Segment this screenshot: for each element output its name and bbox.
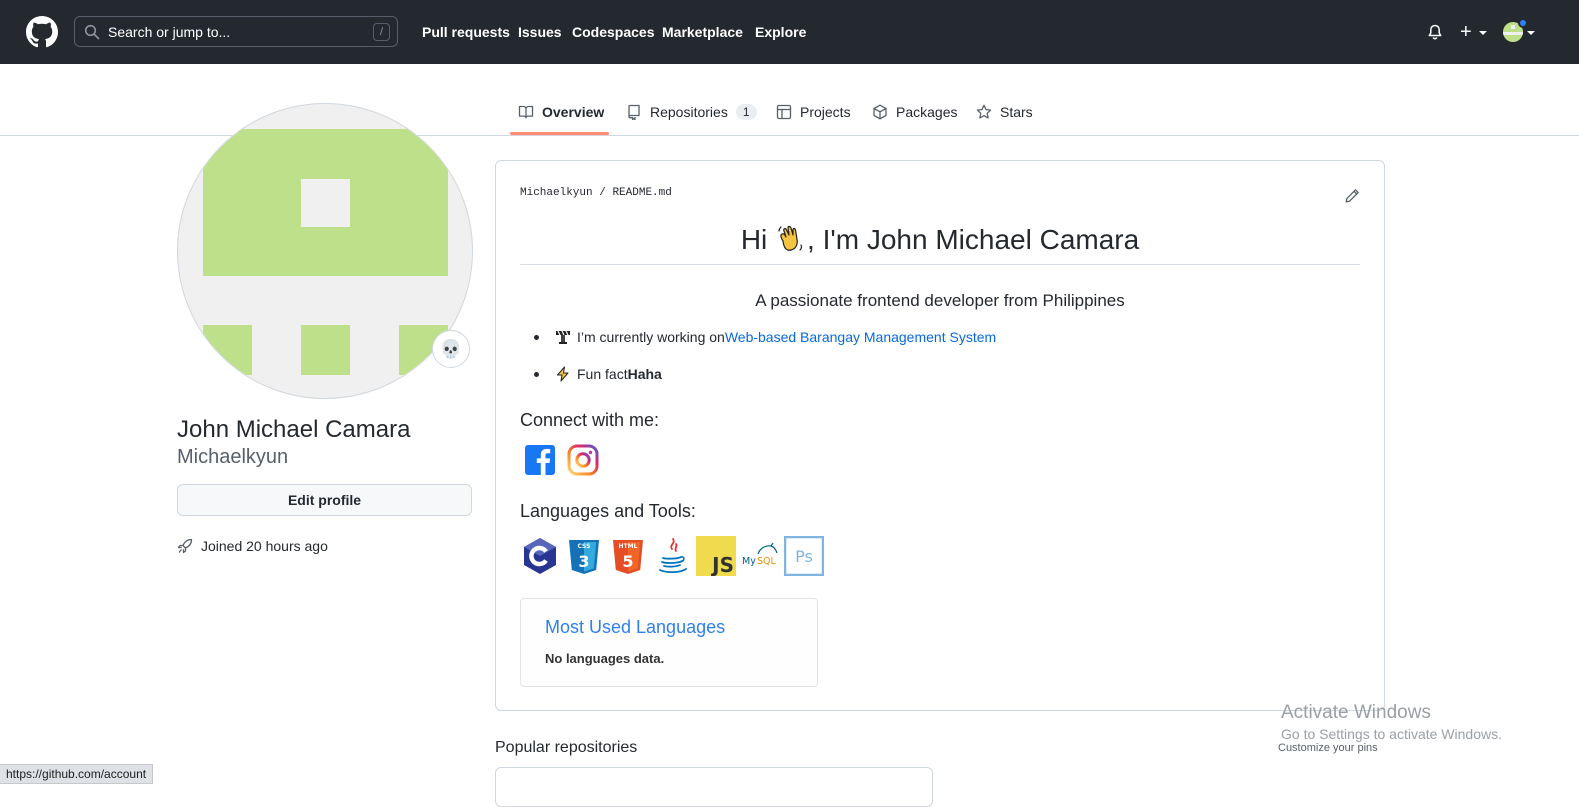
edit-profile-button[interactable]: Edit profile bbox=[177, 484, 472, 516]
readme-subtitle: A passionate frontend developer from Phi… bbox=[755, 291, 1125, 310]
search-input[interactable]: Search or jump to... / bbox=[74, 16, 398, 47]
star-icon bbox=[976, 104, 992, 119]
browser-status-url: https://github.com/account bbox=[0, 764, 154, 784]
waving-hand-icon bbox=[778, 225, 803, 251]
profile-readme-card: Michaelkyun / README.md Hi , I'm John Mi… bbox=[495, 160, 1385, 711]
readme-path: Michaelkyun / README.md bbox=[520, 187, 672, 199]
readme-title: Hi , I'm John Michael Camara bbox=[740, 224, 1140, 255]
create-new-plus-icon[interactable]: + bbox=[1460, 22, 1472, 42]
repositories-count-badge: 1 bbox=[735, 104, 757, 120]
book-icon bbox=[518, 105, 534, 119]
construction-sign-icon bbox=[556, 330, 570, 344]
css3-icon[interactable]: CSS 3 bbox=[564, 536, 604, 576]
tab-projects[interactable]: Projects bbox=[776, 100, 851, 124]
search-icon bbox=[84, 24, 100, 40]
status-emoji-button[interactable]: 💀 bbox=[432, 330, 470, 368]
profile-username: Michaelkyun bbox=[177, 446, 289, 468]
skull-icon: 💀 bbox=[439, 339, 463, 359]
notification-dot bbox=[1518, 18, 1528, 28]
tab-packages-label: Packages bbox=[896, 104, 958, 120]
customize-pins-text: Customize your pins bbox=[1278, 742, 1378, 754]
most-used-languages-title: Most Used Languages bbox=[545, 617, 726, 637]
package-icon bbox=[873, 104, 887, 120]
create-new-caret-icon[interactable] bbox=[1479, 31, 1487, 35]
mysql-icon[interactable]: My SQL bbox=[740, 536, 780, 576]
svg-text:My: My bbox=[742, 556, 756, 567]
user-menu-caret-icon[interactable] bbox=[1527, 31, 1535, 35]
readme-path-file[interactable]: README.md bbox=[612, 187, 671, 199]
repo-icon bbox=[628, 104, 640, 120]
popular-repo-card[interactable] bbox=[495, 767, 933, 807]
tab-stars[interactable]: Stars bbox=[976, 100, 1033, 124]
tab-repositories[interactable]: Repositories 1 bbox=[626, 100, 757, 124]
joined-info: Joined 20 hours ago bbox=[177, 538, 328, 554]
readme-title-rule bbox=[520, 264, 1360, 265]
no-languages-text: No languages data. bbox=[545, 651, 665, 666]
javascript-icon[interactable]: JS bbox=[696, 536, 736, 576]
rocket-icon bbox=[177, 538, 193, 554]
c-language-icon[interactable] bbox=[520, 536, 560, 576]
list-item: Fun fact Haha bbox=[534, 366, 662, 382]
tab-packages[interactable]: Packages bbox=[872, 100, 957, 124]
edit-readme-pencil-icon[interactable] bbox=[1344, 188, 1360, 204]
svg-text:3: 3 bbox=[578, 552, 589, 571]
joined-text: Joined 20 hours ago bbox=[201, 538, 328, 554]
svg-text:5: 5 bbox=[622, 552, 633, 571]
svg-text:SQL: SQL bbox=[757, 556, 777, 567]
svg-text:HTML: HTML bbox=[619, 543, 638, 550]
tab-overview[interactable]: Overview bbox=[518, 100, 604, 124]
instagram-icon[interactable] bbox=[567, 444, 599, 476]
tab-overview-label: Overview bbox=[542, 104, 605, 120]
facebook-icon[interactable] bbox=[524, 444, 556, 476]
languages-heading: Languages and Tools: bbox=[520, 501, 696, 521]
tab-projects-label: Projects bbox=[800, 104, 851, 120]
profile-full-name: John Michael Camara bbox=[177, 416, 411, 443]
project-table-icon bbox=[776, 104, 792, 120]
tab-repositories-label: Repositories bbox=[650, 104, 728, 120]
nav-marketplace[interactable]: Marketplace bbox=[662, 24, 743, 40]
java-icon[interactable] bbox=[652, 536, 692, 576]
lightning-icon bbox=[557, 366, 569, 382]
most-used-languages-card: Most Used Languages No languages data. bbox=[520, 598, 818, 687]
photoshop-icon[interactable]: Ps bbox=[784, 536, 824, 576]
tab-stars-label: Stars bbox=[1000, 104, 1033, 120]
profile-avatar[interactable] bbox=[177, 103, 473, 399]
readme-path-user[interactable]: Michaelkyun bbox=[520, 187, 593, 199]
barangay-project-link[interactable]: Web-based Barangay Management System bbox=[725, 329, 996, 345]
nav-explore[interactable]: Explore bbox=[755, 24, 806, 40]
notifications-bell-icon[interactable] bbox=[1427, 24, 1443, 41]
html5-icon[interactable]: HTML 5 bbox=[608, 536, 648, 576]
popular-repositories-heading: Popular repositories bbox=[495, 739, 638, 756]
search-placeholder: Search or jump to... bbox=[108, 24, 231, 40]
connect-heading: Connect with me: bbox=[520, 410, 660, 430]
activate-windows-title: Activate Windows bbox=[1281, 702, 1431, 723]
svg-text:Ps: Ps bbox=[795, 547, 813, 566]
github-logo-icon[interactable] bbox=[26, 16, 58, 48]
nav-issues[interactable]: Issues bbox=[518, 24, 562, 40]
svg-text:CSS: CSS bbox=[578, 543, 591, 550]
search-shortcut-key: / bbox=[373, 23, 390, 41]
nav-pull-requests[interactable]: Pull requests bbox=[422, 24, 510, 40]
global-header: Search or jump to... / Pull requests Iss… bbox=[0, 0, 1579, 64]
nav-codespaces[interactable]: Codespaces bbox=[572, 24, 654, 40]
svg-text:JS: JS bbox=[710, 553, 734, 576]
activate-windows-subtitle: Go to Settings to activate Windows. bbox=[1281, 726, 1502, 742]
tools-list: CSS 3 HTML 5 JS My SQL Ps bbox=[520, 536, 824, 576]
list-item: I’m currently working on Web-based Baran… bbox=[534, 329, 996, 345]
